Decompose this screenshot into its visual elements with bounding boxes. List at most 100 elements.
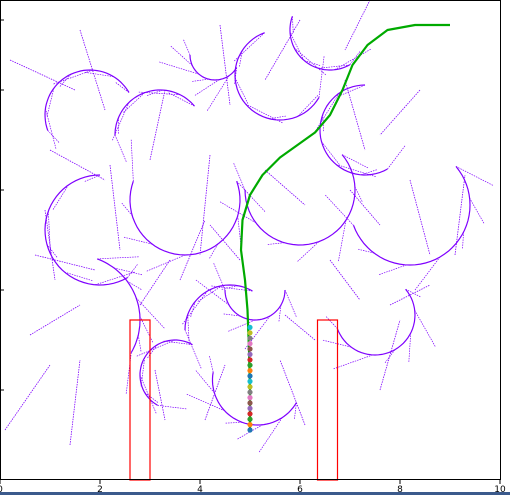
tree-branch xyxy=(209,224,241,261)
tree-branch xyxy=(414,310,437,348)
tree-branch xyxy=(114,134,128,163)
tree-branch xyxy=(325,315,338,329)
tree-branch xyxy=(29,304,81,336)
tree-branch xyxy=(324,194,354,226)
tree-branch xyxy=(219,201,257,224)
start-sample-point xyxy=(247,422,253,428)
tree-branch xyxy=(318,55,325,98)
tree-arc xyxy=(319,84,388,176)
tree-branch xyxy=(199,154,211,256)
tree-branch xyxy=(137,334,142,353)
tree-branch xyxy=(195,369,215,394)
tree-branch xyxy=(379,89,421,136)
tree-branch xyxy=(284,289,298,318)
tree-arc xyxy=(244,154,356,246)
tree-branch xyxy=(409,179,431,256)
tree-branch xyxy=(182,38,191,56)
tree-branch xyxy=(181,290,208,326)
start-sample-point xyxy=(247,400,253,406)
tree-branch xyxy=(387,144,406,170)
tree-arc xyxy=(44,69,130,131)
tree-arc xyxy=(211,372,298,426)
start-sample-point xyxy=(247,384,253,390)
rrt-plot: 0246810 xyxy=(0,0,506,495)
tree-branch xyxy=(4,364,51,431)
tree-branch xyxy=(64,271,94,282)
start-sample-point xyxy=(247,416,253,422)
tree-branch xyxy=(337,220,347,263)
tree-branch xyxy=(44,209,56,281)
tree-branch xyxy=(408,332,412,363)
tree-branch xyxy=(332,354,373,370)
tree-arc xyxy=(289,16,351,71)
tree-branch xyxy=(232,162,246,191)
tree-branch xyxy=(145,254,186,272)
tree-arc xyxy=(353,166,471,266)
tree-branch xyxy=(9,59,76,91)
start-sample-point xyxy=(247,346,253,352)
start-sample-point xyxy=(247,351,253,357)
tree-branch xyxy=(34,254,96,271)
tree-arc xyxy=(129,181,241,256)
start-sample-point xyxy=(247,357,253,363)
tree-branch xyxy=(126,280,143,291)
start-sample-point xyxy=(247,324,253,330)
tree-arc xyxy=(336,288,416,356)
start-sample-point xyxy=(247,341,253,347)
tree-branch xyxy=(334,48,372,71)
tree-branch xyxy=(266,242,285,245)
tree-branch xyxy=(158,61,200,75)
tree-branch xyxy=(236,180,266,213)
tree-branch xyxy=(139,374,157,415)
obstacle-rect xyxy=(129,319,151,481)
start-sample-point xyxy=(247,405,253,411)
tree-branch xyxy=(297,94,319,117)
tree-branch xyxy=(378,264,407,276)
tree-branch xyxy=(219,24,231,106)
tree-branch xyxy=(194,279,230,306)
tree-arc xyxy=(114,89,195,136)
start-sample-point xyxy=(247,362,253,368)
tree-branch xyxy=(316,92,340,130)
tree-branch xyxy=(69,359,81,446)
tree-branch xyxy=(220,285,238,290)
start-sample-point xyxy=(247,389,253,395)
tree-branch xyxy=(157,404,188,410)
tree-branch xyxy=(149,89,166,161)
obstacle-rect xyxy=(316,319,339,481)
tree-branch xyxy=(329,259,361,301)
path-line xyxy=(239,23,450,430)
tree-branch xyxy=(206,75,230,112)
tree-branch xyxy=(335,164,377,178)
tree-arc xyxy=(139,339,193,406)
tree-branch xyxy=(204,364,226,421)
tree-branch xyxy=(130,138,134,182)
tree-branch xyxy=(109,164,121,251)
tree-branch xyxy=(234,77,249,105)
tree-arc xyxy=(189,54,238,81)
tree-branch xyxy=(135,339,176,357)
tree-branch xyxy=(245,103,284,124)
start-sample-point xyxy=(247,368,253,374)
start-sample-point xyxy=(247,373,253,379)
tree-branch xyxy=(224,421,243,424)
tree-branch xyxy=(97,256,140,260)
start-sample-point xyxy=(247,427,253,433)
planned-path xyxy=(239,23,450,430)
axis-ticks: 0246810 xyxy=(0,19,506,495)
tree-branch xyxy=(193,79,220,97)
tree-branch xyxy=(284,314,316,341)
start-sample-point xyxy=(247,335,253,341)
tree-branch xyxy=(379,319,401,391)
tree-branch xyxy=(208,355,214,373)
start-sample-point xyxy=(247,411,253,417)
tree-branch xyxy=(233,32,265,62)
tree-branch xyxy=(341,154,370,169)
tree-branch xyxy=(127,263,139,278)
tree-branch xyxy=(49,149,106,181)
start-sample-point xyxy=(247,395,253,401)
start-sample-point xyxy=(247,330,253,336)
tree-branch xyxy=(279,359,306,426)
tree-branch xyxy=(269,115,287,120)
tree-branch xyxy=(344,0,371,51)
